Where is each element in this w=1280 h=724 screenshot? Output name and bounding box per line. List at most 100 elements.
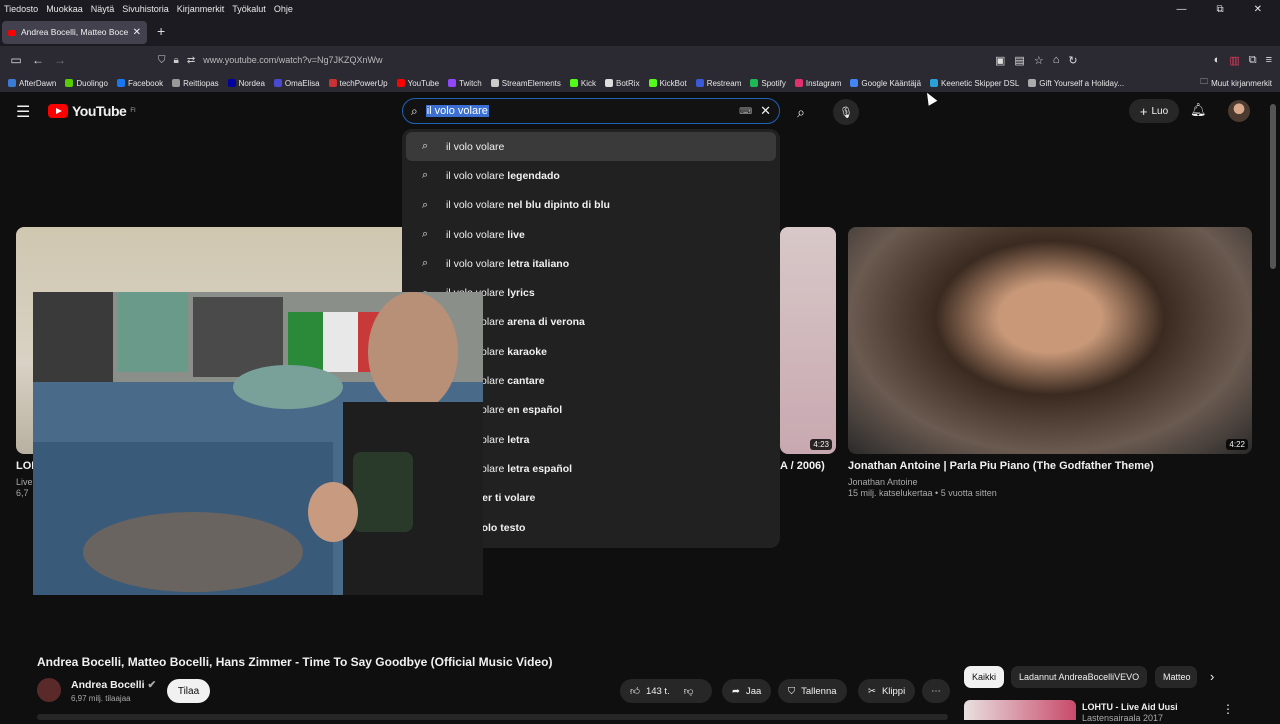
suggestion-extra: cantare: [507, 375, 545, 388]
subscribe-button[interactable]: Tilaa: [167, 679, 210, 703]
tab-youtube[interactable]: Andrea Bocelli, Matteo Bocelli, ⁝ ✕: [2, 21, 147, 44]
sidebar-icon[interactable]: ▭: [5, 53, 27, 67]
bookmark-item[interactable]: Spotify: [750, 79, 786, 88]
home-icon[interactable]: ⌂: [1053, 54, 1060, 66]
bookmark-item[interactable]: StreamElements: [490, 78, 561, 88]
tab-close-icon[interactable]: ✕: [133, 27, 141, 38]
channel-avatar[interactable]: [37, 678, 61, 702]
chip-all[interactable]: Kaikki: [964, 666, 1005, 688]
save-button[interactable]: ⛉ Tallenna: [778, 679, 847, 703]
bookmark-label: BotRix: [616, 78, 640, 88]
bookmark-item[interactable]: Facebook: [116, 79, 163, 88]
search-button[interactable]: ⌕: [786, 100, 816, 124]
reload-icon[interactable]: ↻: [1068, 54, 1077, 67]
star-icon[interactable]: ☆: [1034, 54, 1044, 67]
new-tab-button[interactable]: +: [157, 23, 165, 39]
reader-icon[interactable]: ▤: [1014, 54, 1024, 67]
video-title[interactable]: Jonathan Antoine | Parla Piu Piano (The …: [848, 460, 1154, 472]
related-video-thumbnail[interactable]: [964, 700, 1076, 720]
pip-icon[interactable]: ▣: [995, 54, 1005, 67]
clip-button[interactable]: ✂ Klippi: [858, 679, 916, 703]
create-button[interactable]: + Luo: [1129, 99, 1179, 123]
lock-icon[interactable]: 🔒︎: [174, 55, 179, 66]
bookmark-item[interactable]: YouTube: [396, 79, 439, 88]
related-title-line2: Lastensairaala 2017: [1082, 713, 1164, 723]
keyboard-icon[interactable]: ⌨: [739, 106, 752, 117]
bookmark-item[interactable]: Gift Yourself a Holiday...: [1028, 79, 1124, 88]
menu-file[interactable]: Tiedosto: [0, 4, 42, 14]
related-more-icon[interactable]: ⋮: [1222, 702, 1234, 716]
search-input[interactable]: il volo volare: [425, 105, 489, 117]
bookmark-item[interactable]: Duolingo: [65, 79, 108, 88]
menu-history[interactable]: Sivuhistoria: [118, 4, 173, 14]
bookmark-label: Gift Yourself a Holiday...: [1039, 78, 1125, 88]
page-scrollbar[interactable]: [1270, 104, 1276, 269]
video-channel[interactable]: Jonathan Antoine: [848, 477, 918, 487]
other-bookmarks[interactable]: 🗀︎ Muut kirjanmerkit: [1200, 76, 1280, 90]
menu-bookmarks[interactable]: Kirjanmerkit: [173, 4, 229, 14]
extensions-icon[interactable]: ⧉: [1249, 54, 1257, 67]
search-suggestion[interactable]: ⌕ il volo volare: [406, 132, 776, 162]
back-icon[interactable]: ←: [27, 53, 49, 67]
bookmark-item[interactable]: techPowerUp: [328, 79, 388, 88]
shield-icon[interactable]: ⛉: [158, 55, 166, 66]
minimize-button[interactable]: —: [1172, 4, 1190, 15]
bookmark-item[interactable]: Kick: [569, 79, 596, 88]
menu-view[interactable]: Näytä: [87, 4, 119, 14]
youtube-logo[interactable]: YouTube FI: [48, 103, 136, 119]
related-video-title[interactable]: LOHTU - Live Aid Uusi Lastensairaala 201…: [1082, 702, 1178, 724]
bookmark-label: StreamElements: [501, 78, 561, 88]
suggestion-extra: letra español: [507, 462, 573, 475]
search-suggestion[interactable]: ⌕ il volo volare legendado: [406, 161, 776, 190]
menu-edit[interactable]: Muokkaa: [42, 4, 87, 14]
description-box[interactable]: [37, 714, 948, 720]
bookmark-item[interactable]: Restream: [695, 79, 741, 88]
dislike-icon[interactable]: 👎︎: [684, 685, 694, 697]
chevron-right-icon[interactable]: ›: [1210, 669, 1214, 684]
suggestion-extra: letra: [507, 433, 530, 446]
more-actions-button[interactable]: ⋯: [922, 679, 950, 703]
chip-uploaded-by[interactable]: Ladannut AndreaBocelliVEVO: [1011, 666, 1148, 688]
address-bar[interactable]: ⛉ 🔒︎ ⇄ www.youtube.com/watch?v=Ng7JKZQXn…: [150, 49, 990, 71]
channel-name[interactable]: Andrea Bocelli ✔: [71, 679, 156, 691]
account-avatar[interactable]: [1228, 100, 1250, 122]
video-title[interactable]: A / 2006): [780, 460, 825, 472]
voice-search-button[interactable]: 🎙︎: [833, 99, 859, 125]
bookmark-item[interactable]: Google Kääntäjä: [850, 79, 921, 88]
bookmark-item[interactable]: Reittiopas: [172, 79, 219, 88]
forward-icon[interactable]: →: [49, 53, 71, 67]
bookmark-item[interactable]: Keenetic Skipper DSL: [930, 79, 1019, 88]
permissions-icon[interactable]: ⇄: [187, 55, 195, 66]
menu-help[interactable]: Ohje: [270, 4, 297, 14]
video-thumbnail-3[interactable]: 4:22: [848, 227, 1252, 454]
search-suggestion[interactable]: ⌕ il volo volare letra italiano: [406, 249, 776, 278]
video-channel[interactable]: Live: [16, 477, 33, 487]
share-button[interactable]: ➦ Jaa: [722, 679, 772, 703]
restore-button[interactable]: ⧉: [1212, 4, 1227, 15]
notifications-bell-icon[interactable]: 🔔︎: [1190, 102, 1207, 118]
extension-dark-icon[interactable]: ◐: [1214, 54, 1221, 66]
extension-red-icon[interactable]: ▥: [1229, 54, 1239, 67]
bookmark-favicon-icon: [65, 79, 74, 87]
chip-matteo[interactable]: Matteo: [1155, 666, 1197, 688]
url-text[interactable]: www.youtube.com/watch?v=Ng7JKZQXnWw: [203, 55, 382, 65]
bookmark-item[interactable]: KickBot: [648, 79, 687, 88]
video-thumbnail-2[interactable]: 4:23: [780, 227, 836, 454]
bookmark-item[interactable]: Twitch: [448, 79, 482, 88]
menu-tools[interactable]: Työkalut: [228, 4, 270, 14]
close-window-button[interactable]: ✕: [1250, 4, 1266, 15]
bookmark-item[interactable]: Instagram: [794, 79, 841, 88]
hamburger-menu-icon[interactable]: ☰: [16, 102, 30, 122]
like-count[interactable]: 143 t.: [646, 686, 670, 697]
clear-search-icon[interactable]: ✕: [760, 103, 771, 119]
bookmark-item[interactable]: AfterDawn: [8, 79, 56, 88]
like-icon[interactable]: 👍︎: [630, 685, 640, 697]
search-box[interactable]: ⌕ il volo volare ⌨ ✕: [402, 98, 780, 124]
search-suggestion[interactable]: ⌕ il volo volare nel blu dipinto di blu: [406, 191, 776, 220]
search-suggestion[interactable]: ⌕ il volo volare live: [406, 220, 776, 249]
bookmark-item[interactable]: Nordea: [227, 79, 265, 88]
app-menu-icon[interactable]: ≡: [1266, 54, 1272, 66]
bookmark-item[interactable]: BotRix: [605, 79, 640, 88]
bookmark-item[interactable]: OmaElisa: [273, 79, 320, 88]
bookmark-label: Twitch: [459, 78, 482, 88]
